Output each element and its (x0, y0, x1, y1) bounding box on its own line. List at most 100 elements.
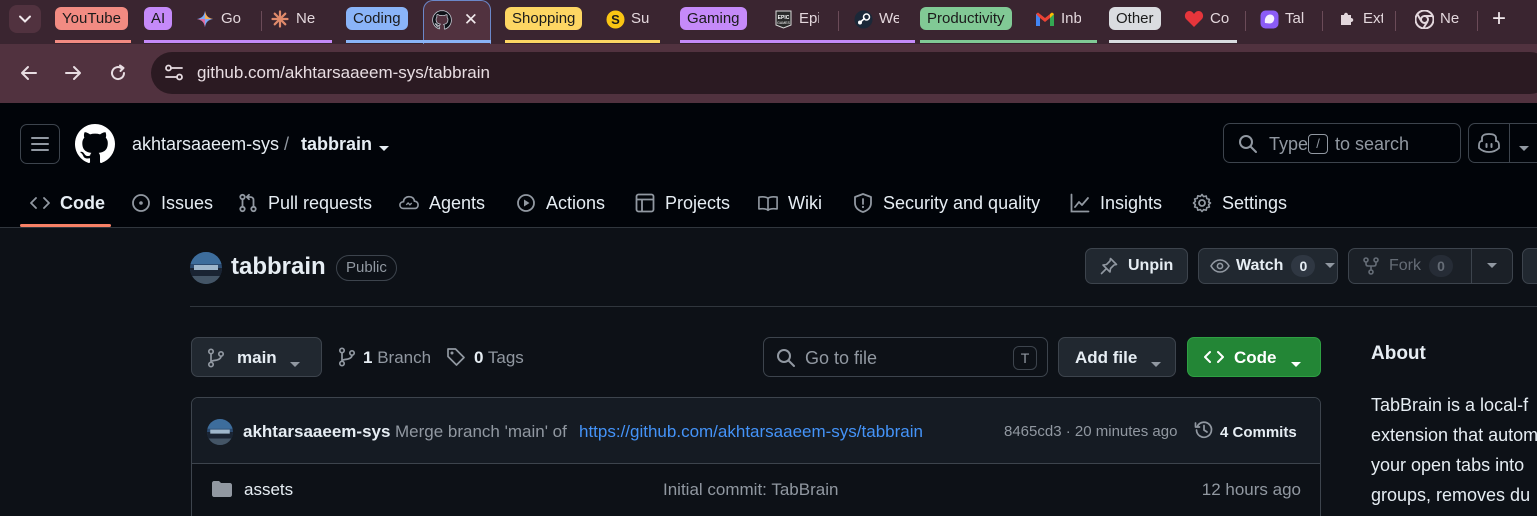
tab-group-gaming[interactable]: Gaming (680, 0, 747, 44)
tab-github-active[interactable]: ✕ (423, 0, 491, 44)
tab-group-label: Other (1109, 7, 1161, 30)
breadcrumb-repo-link[interactable]: tabbrain (301, 134, 372, 155)
tab-group-label: AI (144, 7, 173, 30)
tab-chrome-newtab[interactable]: Ne (1406, 0, 1478, 44)
fork-options-button[interactable] (1471, 248, 1513, 284)
tab-label: Settings (1222, 192, 1288, 213)
watch-label: Watch (1236, 257, 1284, 274)
tab-gemini[interactable]: Go (187, 0, 262, 44)
tab-code[interactable]: Code (30, 178, 105, 228)
tab-settings[interactable]: Settings (1192, 178, 1287, 228)
chevron-down-icon (19, 15, 31, 23)
search-placeholder-pre: Type (1269, 134, 1309, 154)
branch-selector-button[interactable]: main (191, 337, 322, 377)
file-commit-message[interactable]: Initial commit: TabBrain (663, 480, 838, 500)
unpin-label: Unpin (1128, 257, 1174, 274)
watch-button[interactable]: Watch 0 (1198, 248, 1338, 284)
commit-message-link[interactable]: https://github.com/akhtarsaaeem-sys/tabb… (579, 422, 923, 442)
caret-down-icon[interactable] (1518, 140, 1530, 158)
commit-author-link[interactable]: akhtarsaaeem-sys (243, 422, 390, 442)
steam-icon (853, 9, 873, 29)
tab-group-other[interactable]: Other (1109, 0, 1164, 44)
tab-group-ai[interactable]: AI (144, 0, 174, 44)
add-file-button[interactable]: Add file (1058, 337, 1176, 377)
tab-extensions[interactable]: Ext (1329, 0, 1396, 44)
search-icon (776, 348, 796, 373)
graph-icon (1070, 193, 1090, 213)
tabbrain-icon (1259, 9, 1279, 29)
tab-epic-games[interactable]: EPIC GAMES Epi (765, 0, 839, 44)
branch-name: main (237, 348, 277, 367)
file-name-link[interactable]: assets (244, 480, 293, 500)
svg-text:GAMES: GAMES (777, 21, 790, 25)
copilot-button[interactable] (1468, 123, 1537, 163)
star-button[interactable] (1522, 248, 1537, 284)
eye-icon (1210, 258, 1230, 274)
commit-hash-time[interactable]: 8465cd3 · 20 minutes ago (1004, 423, 1177, 440)
reload-button[interactable] (105, 60, 131, 86)
tab-label: Pull requests (268, 192, 373, 213)
tab-insights[interactable]: Insights (1070, 178, 1162, 228)
tab-group-productivity[interactable]: Productivity (920, 0, 1016, 44)
arrow-right-icon (65, 66, 81, 80)
tab-tabbrain[interactable]: Tal (1251, 0, 1323, 44)
svg-text:S: S (611, 12, 620, 27)
unpin-button[interactable]: Unpin (1085, 248, 1188, 284)
commits-history-link[interactable]: 4 Commits (1194, 420, 1297, 444)
tab-actions[interactable]: Actions (516, 178, 605, 228)
breadcrumb-owner-link[interactable]: akhtarsaaeem-sys (132, 134, 279, 155)
shield-icon (853, 193, 873, 213)
forward-button[interactable] (60, 60, 86, 86)
about-line: groups, removes du (1371, 485, 1531, 505)
new-tab-button[interactable]: + (1485, 6, 1513, 34)
tab-pull-requests[interactable]: Pull requests (238, 178, 372, 228)
back-button[interactable] (16, 60, 42, 86)
caret-down-icon[interactable] (378, 140, 390, 158)
tab-projects[interactable]: Projects (635, 178, 730, 228)
gemini-icon (195, 9, 215, 29)
fork-button[interactable]: Fork 0 (1348, 248, 1472, 284)
tab-heart-site[interactable]: Co (1176, 0, 1246, 44)
tab-issues[interactable]: Issues (131, 178, 213, 228)
tab-security[interactable]: Security and quality (853, 178, 1040, 228)
avatar[interactable] (207, 419, 233, 445)
tab-title: Epi (799, 10, 819, 27)
close-tab-icon[interactable]: ✕ (464, 10, 478, 30)
global-search-input[interactable]: Type / to search (1223, 123, 1461, 163)
tab-group-shopping[interactable]: Shopping (505, 0, 583, 44)
chrome-icon (1414, 9, 1434, 29)
tab-group-youtube[interactable]: YouTube (55, 0, 131, 44)
tab-group-coding[interactable]: Coding (346, 0, 408, 44)
table-row[interactable]: assets Initial commit: TabBrain 12 hours… (192, 464, 1320, 514)
tags-link[interactable]: 0 Tags (446, 347, 524, 368)
tab-claude[interactable]: Ne (262, 0, 332, 44)
tab-wiki[interactable]: Wiki (758, 178, 822, 228)
avatar[interactable] (190, 252, 222, 284)
book-icon (758, 193, 778, 213)
go-to-file-input[interactable]: Go to file T (763, 337, 1048, 377)
site-settings-icon[interactable] (163, 62, 185, 84)
browser-toolbar: github.com/akhtarsaaeem-sys/tabbrain (0, 44, 1537, 103)
issue-icon (131, 193, 151, 213)
global-menu-button[interactable] (20, 124, 60, 164)
tab-steam[interactable]: We (845, 0, 915, 44)
github-icon (432, 10, 452, 30)
branches-link[interactable]: 1 Branch (338, 347, 431, 368)
repo-name-link[interactable]: tabbrain (231, 253, 326, 281)
tab-agents[interactable]: Agents (399, 178, 485, 228)
tab-gmail[interactable]: Inb (1027, 0, 1097, 44)
about-heading: About (1371, 343, 1426, 364)
commit-message[interactable]: Merge branch 'main' of (395, 422, 567, 442)
browser-tab-strip: YouTube AI Go Ne Coding ✕ Shopping S Su … (0, 0, 1537, 44)
reload-icon (111, 64, 126, 81)
tab-title: Go (221, 10, 241, 27)
tab-shopping-site[interactable]: S Su (597, 0, 660, 44)
code-button[interactable]: Code (1187, 337, 1321, 377)
github-logo-icon[interactable] (75, 124, 115, 164)
tab-label: Wiki (788, 192, 822, 213)
folder-icon (211, 480, 233, 503)
visibility-badge: Public (336, 255, 397, 281)
tab-search-button[interactable] (9, 5, 41, 33)
selected-tab-indicator (20, 224, 111, 227)
address-bar[interactable]: github.com/akhtarsaaeem-sys/tabbrain (151, 52, 1537, 94)
